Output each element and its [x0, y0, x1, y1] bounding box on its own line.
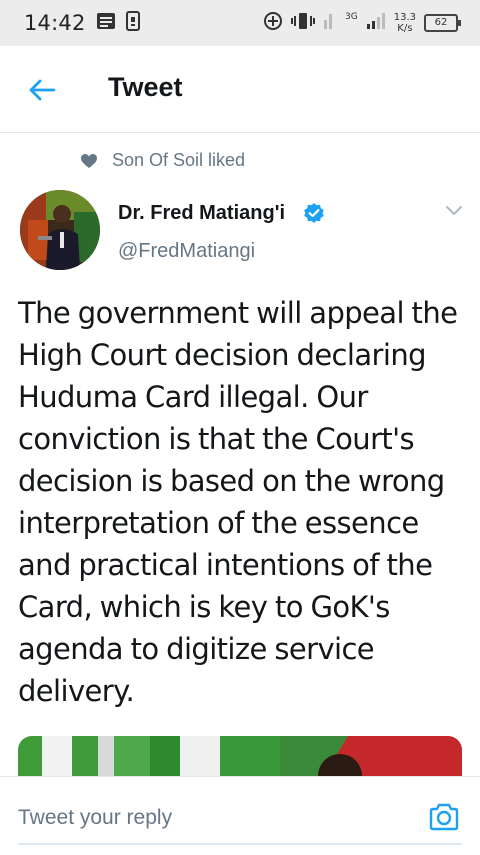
status-bar: 14:42 3G 13.3 K/s 62 [0, 0, 480, 46]
network-speed: 13.3 K/s [394, 12, 416, 34]
page-title: Tweet [108, 72, 183, 102]
social-context-label: Son Of Soil liked [112, 150, 246, 170]
battery-icon: 62 [424, 14, 461, 32]
author-name[interactable]: Dr. Fred Matiang'i [118, 202, 285, 225]
signal-icon [366, 12, 386, 34]
chevron-down-icon[interactable] [444, 204, 464, 218]
battery-level: 62 [434, 17, 448, 28]
social-context[interactable]: Son Of Soil liked [80, 150, 245, 171]
status-right: 3G 13.3 K/s 62 [263, 11, 461, 35]
reply-input[interactable] [18, 803, 418, 833]
avatar-image [20, 190, 100, 270]
verified-badge-icon [304, 203, 324, 223]
sim-icon [125, 11, 140, 35]
network-type: 3G [345, 12, 358, 22]
vibrate-icon [291, 12, 316, 34]
author-handle[interactable]: @FredMatiangi [118, 240, 255, 263]
network-speed-value: 13.3 [393, 12, 416, 23]
back-arrow-icon [29, 79, 56, 101]
camera-icon[interactable] [428, 803, 460, 831]
tweet-text: The government will appeal the High Cour… [18, 296, 458, 708]
data-saver-icon [263, 11, 283, 35]
reply-bar [0, 776, 480, 855]
signal-icon-1 [323, 12, 337, 34]
back-button[interactable] [28, 78, 56, 102]
avatar[interactable] [20, 190, 100, 270]
message-icon [96, 12, 116, 34]
status-time: 14:42 [24, 11, 86, 35]
heart-icon [81, 153, 97, 168]
network-speed-unit: K/s [397, 23, 413, 34]
app-header: Tweet [0, 46, 480, 133]
reply-underline [18, 843, 462, 845]
